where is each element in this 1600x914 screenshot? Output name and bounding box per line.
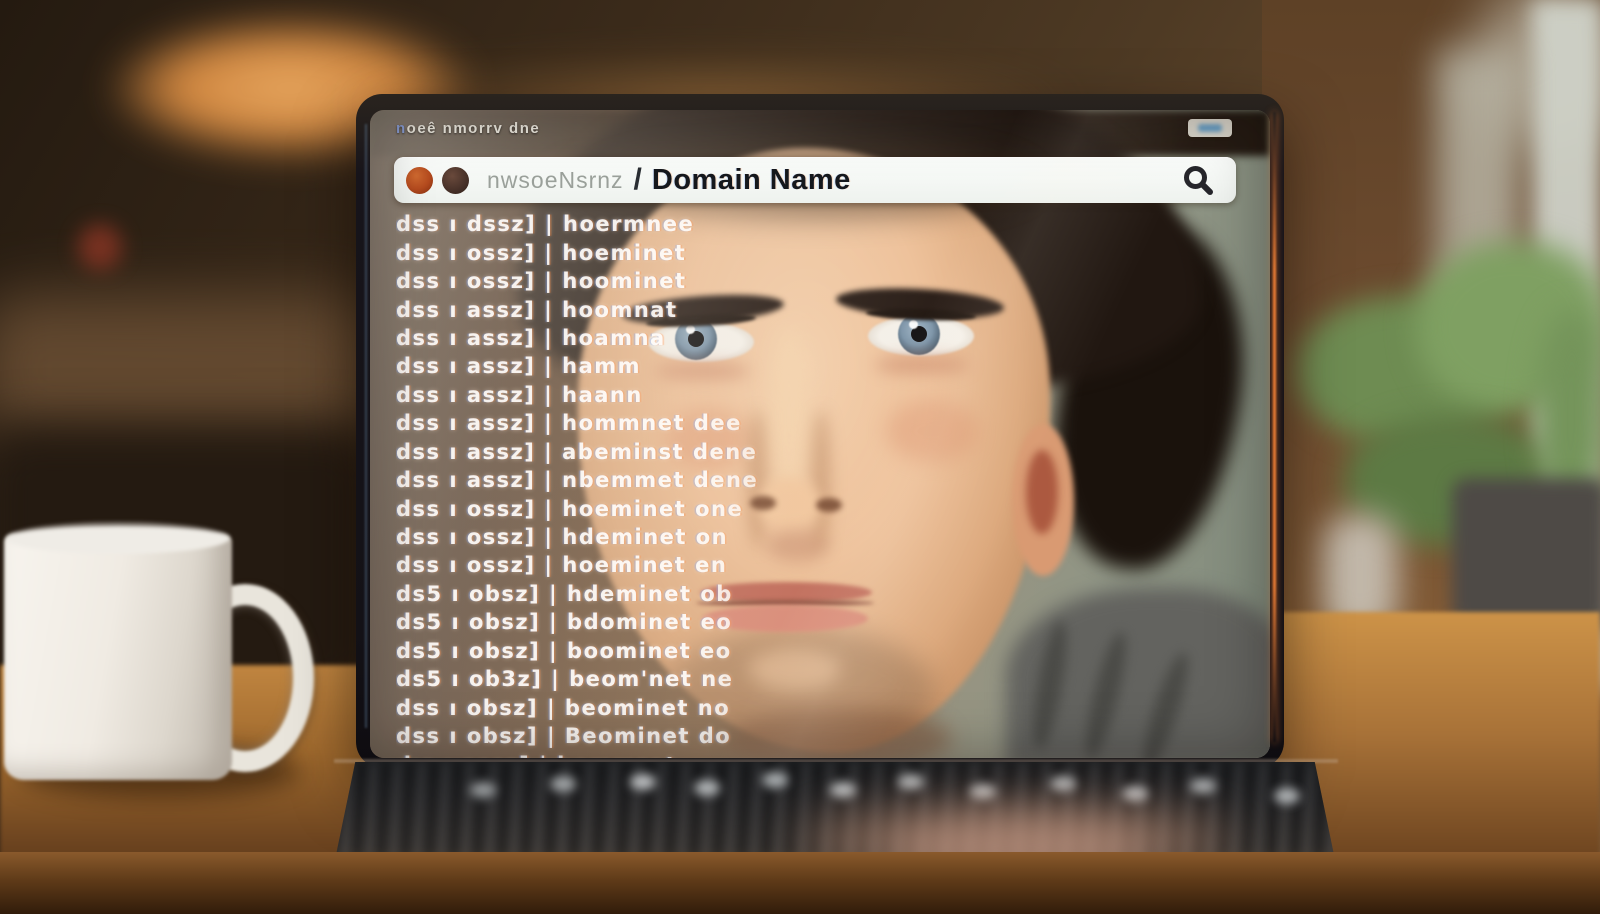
screen-rim-light — [1273, 112, 1276, 742]
mug-rim — [6, 522, 230, 554]
scene: noeê nmorrv dne nwsoeNsrnz / Domain Name… — [0, 0, 1600, 914]
key-highlights — [630, 774, 656, 790]
desk-front-edge — [0, 852, 1600, 914]
laptop-screen: noeê nmorrv dne nwsoeNsrnz / Domain Name… — [370, 110, 1270, 758]
laptop: noeê nmorrv dne nwsoeNsrnz / Domain Name… — [356, 94, 1284, 768]
coffee-mug — [4, 518, 294, 786]
mug-body — [4, 532, 232, 780]
screen-rim-left — [365, 124, 367, 728]
shelf-red-object — [78, 224, 122, 270]
glass-sheen — [370, 110, 1270, 758]
shelf-blur — [0, 295, 380, 445]
plant-pot — [1452, 478, 1600, 634]
